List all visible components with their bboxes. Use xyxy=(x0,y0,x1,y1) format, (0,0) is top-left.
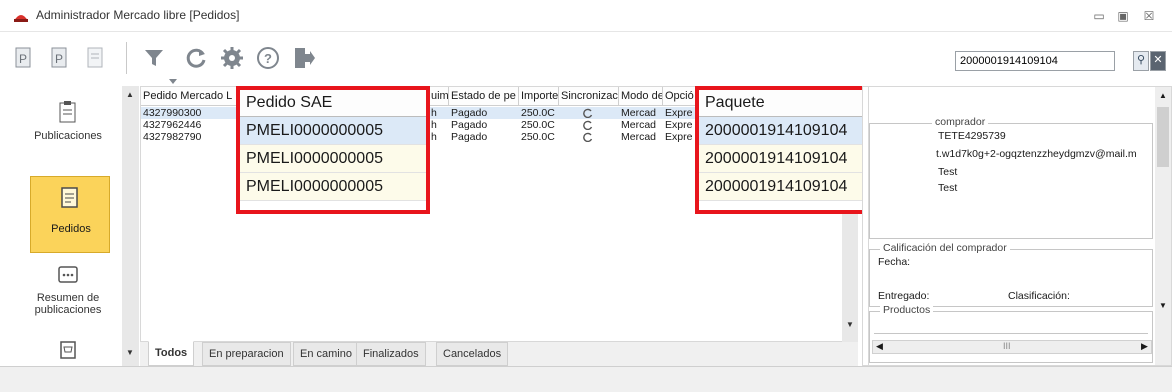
nav-item-publicaciones[interactable]: Publicaciones xyxy=(10,100,126,142)
products-group-label: Productos xyxy=(880,304,934,316)
rating-group: Calificación del comprador Fecha: Entreg… xyxy=(869,242,1153,307)
orders-icon xyxy=(61,187,78,208)
cell-estado: Pagado xyxy=(451,131,488,143)
nav-label-resumen: Resumen de publicaciones xyxy=(34,292,102,316)
exit-icon[interactable] xyxy=(292,46,316,70)
tab-cancelados[interactable]: Cancelados xyxy=(436,342,509,366)
document-icon[interactable] xyxy=(84,46,108,70)
filter-icon[interactable] xyxy=(142,46,166,70)
status-bar xyxy=(0,366,1172,392)
cell-pedido: 4327990300 xyxy=(143,107,202,119)
cell-opcion: Expre xyxy=(665,131,693,143)
search-icon[interactable]: ⚲ xyxy=(1133,51,1149,71)
cell-modo: Mercad xyxy=(621,119,657,131)
zoom-sae-row: PMELI0000000005 xyxy=(240,145,426,173)
app-icon xyxy=(14,15,28,22)
scroll-thumb[interactable] xyxy=(1157,107,1169,167)
panel-scrollbar[interactable]: ▲ ▼ xyxy=(1155,87,1171,365)
fecha-label: Fecha: xyxy=(878,256,911,268)
products-group: Productos ◀ III ▶ xyxy=(869,304,1153,363)
cell-opcion: Expre xyxy=(665,119,693,131)
import-product-icon[interactable]: P xyxy=(12,46,36,70)
svg-text:P: P xyxy=(19,52,27,66)
buyer-last-name: Test xyxy=(938,182,958,194)
cell-pedido: 4327982790 xyxy=(143,131,202,143)
svg-text:?: ? xyxy=(264,51,272,66)
tab-todos[interactable]: Todos xyxy=(148,341,195,366)
cell-cumplimiento: h xyxy=(431,131,437,143)
order-detail-panel: comprador TETE4295739 t.w1d7k0g+2-ogqzte… xyxy=(862,86,1172,367)
chevron-down-icon[interactable] xyxy=(168,78,178,86)
cart-icon xyxy=(60,341,76,359)
buyer-email: t.w1d7k0g+2-ogqztenzzheydgmzv@mail.m xyxy=(936,148,1137,160)
scroll-down-icon[interactable]: ▼ xyxy=(1159,301,1167,310)
scroll-right-icon[interactable]: ▶ xyxy=(1141,341,1148,352)
rating-group-label: Calificación del comprador xyxy=(880,242,1010,254)
cell-importe: 250.0C xyxy=(521,131,555,143)
column-header-estado[interactable]: Estado de pe xyxy=(449,87,519,106)
nav-label-pedidos: Pedidos xyxy=(51,223,91,235)
zoom-header-pedido-sae: Pedido SAE xyxy=(240,90,426,117)
column-header-pedido[interactable]: Pedido Mercado L xyxy=(141,87,237,106)
product-icon[interactable]: P xyxy=(48,46,72,70)
cell-importe: 250.0C xyxy=(521,119,555,131)
buyer-group: comprador TETE4295739 t.w1d7k0g+2-ogqzte… xyxy=(869,116,1153,239)
zoom-sae-row: PMELI0000000005 xyxy=(240,173,426,201)
scroll-thumb-grip[interactable]: III xyxy=(1003,341,1011,351)
maximize-button[interactable]: ▣ xyxy=(1112,7,1134,25)
zoom-sae-row: PMELI0000000005 xyxy=(240,117,426,145)
scroll-down-icon[interactable]: ▼ xyxy=(846,320,854,329)
svg-text:P: P xyxy=(55,52,63,66)
tab-en-preparacion[interactable]: En preparacion xyxy=(202,342,291,366)
settings-icon[interactable] xyxy=(220,46,244,70)
nav-item-resumen[interactable]: Resumen de publicaciones xyxy=(10,264,126,316)
column-header-cumplimiento[interactable]: uim xyxy=(429,87,449,106)
cell-modo: Mercad xyxy=(621,107,657,119)
zoom-pedido-sae: Pedido SAE PMELI0000000005 PMELI00000000… xyxy=(236,86,430,214)
scroll-up-icon[interactable]: ▲ xyxy=(126,90,134,99)
column-header-modo[interactable]: Modo de xyxy=(619,87,663,106)
clasificacion-label: Clasificación: xyxy=(1008,290,1070,302)
cell-cumplimiento: h xyxy=(431,107,437,119)
sync-icon[interactable] xyxy=(583,108,593,118)
nav-item-pedidos[interactable]: Pedidos xyxy=(30,176,110,253)
sync-icon[interactable] xyxy=(583,132,593,142)
title-bar: Administrador Mercado libre [Pedidos] ▭ … xyxy=(0,0,1172,32)
clipboard-icon xyxy=(59,101,76,123)
tab-finalizados[interactable]: Finalizados xyxy=(356,342,426,366)
column-header-importe[interactable]: Importe xyxy=(519,87,559,106)
tab-en-camino[interactable]: En camino xyxy=(293,342,359,366)
cell-modo: Mercad xyxy=(621,131,657,143)
scroll-down-icon[interactable]: ▼ xyxy=(126,348,134,357)
entregado-label: Entregado: xyxy=(878,290,930,302)
toolbar-separator xyxy=(126,42,127,74)
cell-estado: Pagado xyxy=(451,119,488,131)
nav-label-publicaciones: Publicaciones xyxy=(34,130,102,142)
minimize-button[interactable]: ▭ xyxy=(1088,7,1110,25)
window-title: Administrador Mercado libre [Pedidos] xyxy=(36,8,240,22)
cell-importe: 250.0C xyxy=(521,107,555,119)
buyer-group-label: comprador xyxy=(932,116,989,128)
clear-search-button[interactable]: ✕ xyxy=(1150,51,1166,71)
help-icon[interactable]: ? xyxy=(256,46,280,70)
column-header-opcion[interactable]: Opció xyxy=(663,87,697,106)
cell-opcion: Expre xyxy=(665,107,693,119)
products-hscrollbar[interactable]: ◀ III ▶ xyxy=(872,340,1152,354)
scroll-left-icon[interactable]: ◀ xyxy=(876,341,883,352)
nav-item-shop[interactable] xyxy=(10,340,126,366)
chat-icon xyxy=(58,266,78,283)
buyer-first-name: Test xyxy=(938,166,958,178)
cell-estado: Pagado xyxy=(451,107,488,119)
nav-scrollbar[interactable]: ▲ ▼ xyxy=(122,86,139,366)
search-input[interactable] xyxy=(955,51,1115,71)
cell-pedido: 4327962446 xyxy=(143,119,202,131)
close-button[interactable]: ☒ xyxy=(1138,7,1160,25)
column-header-sincronizacion[interactable]: Sincronizac xyxy=(559,87,619,106)
sync-icon[interactable] xyxy=(583,120,593,130)
products-list xyxy=(874,322,1148,334)
scroll-up-icon[interactable]: ▲ xyxy=(1159,91,1167,100)
cell-cumplimiento: h xyxy=(431,119,437,131)
buyer-nickname: TETE4295739 xyxy=(938,130,1006,142)
refresh-icon[interactable] xyxy=(184,46,208,70)
